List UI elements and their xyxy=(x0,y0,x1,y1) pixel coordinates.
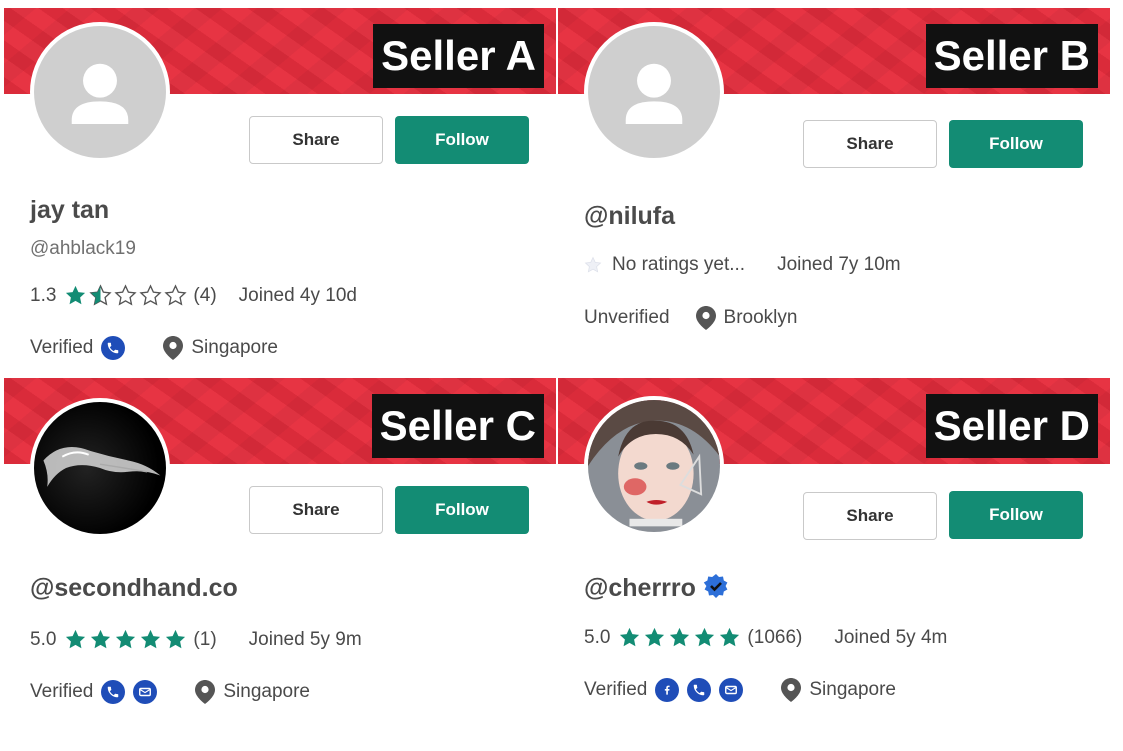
rating-row: 1.3 (4) Joined 4y 10d xyxy=(30,284,357,307)
seller-label: Seller D xyxy=(925,394,1098,458)
empty-star-icon xyxy=(584,256,602,273)
verification-row: Verified Singapore xyxy=(30,680,310,704)
location: Singapore xyxy=(781,678,896,702)
rating-row: 5.0 (1066) Joined 5y 4m xyxy=(584,626,947,649)
rating-row: No ratings yet... Joined 7y 10m xyxy=(584,254,901,276)
star-rating xyxy=(64,628,189,651)
verification-status: Verified xyxy=(30,681,94,702)
verification-row: Verified Singapore xyxy=(584,678,896,702)
location-text: Singapore xyxy=(191,337,278,358)
rating-value: 1.3 xyxy=(30,284,57,306)
star-rating xyxy=(618,626,743,649)
location-text: Singapore xyxy=(809,679,896,700)
joined-duration: Joined 7y 10m xyxy=(777,254,901,275)
location-pin-icon xyxy=(163,336,184,360)
follow-button[interactable]: Follow xyxy=(395,486,529,534)
location-pin-icon xyxy=(195,680,216,704)
jaguar-logo-image[interactable] xyxy=(30,398,170,538)
star-filled-icon xyxy=(116,629,136,649)
star-filled-icon xyxy=(66,629,86,649)
joined-duration: Joined 4y 10d xyxy=(238,284,357,306)
star-filled-icon xyxy=(166,629,186,649)
share-button[interactable]: Share xyxy=(803,492,937,540)
phone-icon xyxy=(101,680,126,704)
star-filled-icon xyxy=(91,629,111,649)
default-user-icon[interactable] xyxy=(30,22,170,162)
email-icon xyxy=(133,680,158,704)
profile-photo[interactable] xyxy=(584,396,724,536)
star-half-icon xyxy=(89,284,113,306)
joined-duration: Joined 5y 9m xyxy=(248,628,362,650)
follow-button[interactable]: Follow xyxy=(949,120,1083,168)
seller-name: @secondhand.co xyxy=(30,574,238,602)
location-text: Brooklyn xyxy=(723,307,798,328)
verification-row: Unverified Brooklyn xyxy=(584,306,797,330)
rating-value: 5.0 xyxy=(30,628,57,650)
no-ratings-text: No ratings yet... xyxy=(612,254,746,275)
rating-count[interactable]: (1066) xyxy=(747,627,802,649)
share-button[interactable]: Share xyxy=(249,486,383,534)
seller-handle: @ahblack19 xyxy=(30,238,136,259)
seller-name-row: @cherrro xyxy=(584,572,730,603)
phone-icon xyxy=(101,336,126,360)
location: Singapore xyxy=(163,336,278,360)
seller-name: @nilufa xyxy=(584,202,676,230)
star-filled-icon xyxy=(720,627,740,647)
rating-count[interactable]: (1) xyxy=(193,629,216,651)
seller-card-b: Seller B Share Follow @nilufa No ratings… xyxy=(558,8,1110,376)
verification-status: Verified xyxy=(30,337,94,358)
rating-row: 5.0 (1) Joined 5y 9m xyxy=(30,628,362,651)
share-button[interactable]: Share xyxy=(249,116,383,164)
star-filled-icon xyxy=(620,627,640,647)
location-pin-icon xyxy=(781,678,802,702)
star-empty-icon xyxy=(139,284,163,306)
star-filled-icon xyxy=(66,285,86,305)
star-empty-icon xyxy=(114,284,138,306)
star-rating xyxy=(64,284,189,307)
verified-badge-icon xyxy=(703,574,728,598)
seller-label: Seller C xyxy=(371,394,544,458)
location: Brooklyn xyxy=(695,306,798,330)
seller-card-a: Seller A Share Follow jay tan @ahblack19… xyxy=(4,8,556,376)
facebook-icon xyxy=(655,678,680,702)
star-filled-icon xyxy=(695,627,715,647)
rating-count[interactable]: (4) xyxy=(193,285,216,307)
rating-value: 5.0 xyxy=(584,626,611,648)
seller-card-d: Seller D Share Follow @cherrro 5.0 (1066… xyxy=(558,378,1110,746)
star-filled-icon xyxy=(645,627,665,647)
seller-name: @cherrro xyxy=(584,574,696,602)
email-icon xyxy=(719,678,744,702)
location-pin-icon xyxy=(695,306,716,330)
verification-row: Verified Singapore xyxy=(30,336,278,360)
star-filled-icon xyxy=(141,629,161,649)
seller-label: Seller A xyxy=(373,24,544,88)
default-user-icon[interactable] xyxy=(584,22,724,162)
joined-duration: Joined 5y 4m xyxy=(834,626,948,648)
seller-label: Seller B xyxy=(925,24,1098,88)
verification-status: Unverified xyxy=(584,307,670,328)
star-empty-icon xyxy=(164,284,188,306)
follow-button[interactable]: Follow xyxy=(949,491,1083,539)
seller-name: jay tan xyxy=(30,196,110,224)
verification-status: Verified xyxy=(584,679,648,700)
phone-icon xyxy=(687,678,712,702)
star-filled-icon xyxy=(670,627,690,647)
seller-card-c: Seller C Share Follow @secondhand.co 5.0… xyxy=(4,378,556,746)
share-button[interactable]: Share xyxy=(803,120,937,168)
follow-button[interactable]: Follow xyxy=(395,116,529,164)
location-text: Singapore xyxy=(223,681,310,702)
location: Singapore xyxy=(195,680,310,704)
